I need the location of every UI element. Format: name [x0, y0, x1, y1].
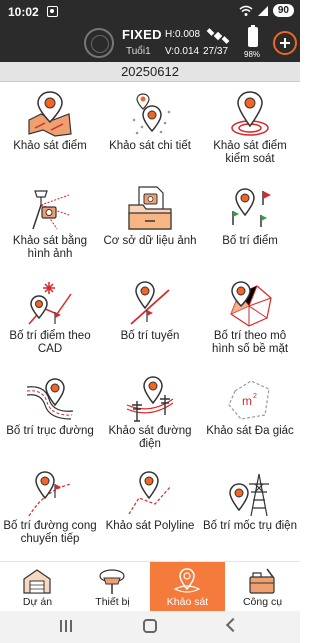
bubble-level-icon: [84, 28, 114, 58]
menu-polygon-area[interactable]: m 2 Khảo sát Đa giác: [200, 369, 300, 464]
menu-photo-database[interactable]: Cơ sở dữ liệu ảnh: [100, 179, 200, 274]
toolbox-icon: [249, 568, 275, 594]
image-survey-icon: [32, 190, 70, 230]
vertical-precision: V:0.014: [165, 46, 200, 57]
menu-label: Khảo sát điểm kiểm soát: [213, 140, 287, 165]
gnss-status-header[interactable]: FIXED Tuổi1 H:0.008 V:0.014 27/37 98%: [0, 24, 300, 62]
tower-stakeout-icon: [229, 473, 269, 517]
point-survey-icon: [28, 91, 72, 137]
menu-label: Khảo sát Polyline: [105, 520, 195, 532]
powerline-survey-icon: [126, 376, 174, 422]
menu-label: Khảo sát đường điện: [108, 425, 192, 450]
road-stakeout-icon: [26, 378, 74, 420]
satellite-icon: [206, 28, 230, 44]
menu-label: Khảo sát Đa giác: [206, 425, 294, 437]
svg-text:2: 2: [253, 393, 257, 400]
tab-survey[interactable]: Khảo sát: [150, 562, 225, 612]
bottom-tab-bar: Dự án Thiết bị Khảo sát Công cụ: [0, 561, 300, 612]
menu-stakeout-point[interactable]: Bố trí điểm: [200, 179, 300, 274]
menu-tower-stakeout[interactable]: Bố trí mốc trụ điện: [200, 464, 300, 559]
diff-age: Tuổi1: [126, 46, 151, 57]
menu-powerline-survey[interactable]: Khảo sát đường điện: [100, 369, 200, 464]
menu-surface-model[interactable]: Bố trí theo mô hình số bề mặt: [200, 274, 300, 369]
menu-label: Bố trí điểm theo CAD: [9, 330, 91, 355]
menu-detail-survey[interactable]: Khảo sát chi tiết: [100, 84, 200, 179]
menu-point-survey[interactable]: Khảo sát điểm: [0, 84, 100, 179]
wifi-icon: [239, 5, 253, 16]
menu-label: Bố trí trục đường: [6, 425, 94, 437]
menu-transition-curve[interactable]: Bố trí đường cong chuyển tiếp: [0, 464, 100, 559]
photo-database-icon: [128, 186, 172, 230]
screen-record-icon: [47, 6, 58, 17]
transition-curve-icon: [28, 471, 72, 517]
control-point-icon: [231, 91, 269, 136]
back-icon[interactable]: [225, 617, 241, 633]
surface-model-icon: [230, 281, 272, 327]
menu-label: Bố trí tuyến: [120, 330, 180, 342]
clock: 10:02: [8, 5, 39, 19]
system-status-bar: 10:02 90: [0, 0, 300, 24]
tab-label: Công cụ: [242, 596, 283, 608]
home-icon[interactable]: [143, 619, 157, 633]
solution-status: FIXED: [122, 27, 162, 42]
survey-menu-grid: Khảo sát điểm Khảo sát chi tiết Khảo sát…: [0, 84, 300, 560]
tab-device[interactable]: Thiết bị: [75, 562, 150, 612]
menu-road-stakeout[interactable]: Bố trí trục đường: [0, 369, 100, 464]
horizontal-precision: H:0.008: [165, 29, 201, 40]
system-navigation-bar: [0, 611, 300, 643]
stakeout-point-icon: [232, 188, 271, 227]
menu-label: Bố trí đường cong chuyển tiếp: [3, 520, 97, 545]
menu-label: Khảo sát chi tiết: [109, 140, 191, 152]
menu-label: Cơ sở dữ liệu ảnh: [103, 235, 197, 247]
tab-tools[interactable]: Công cụ: [225, 562, 300, 612]
survey-pin-icon: [173, 568, 201, 593]
menu-control-point[interactable]: Khảo sát điểm kiểm soát: [200, 84, 300, 179]
tab-label: Khảo sát: [166, 596, 209, 608]
add-button[interactable]: [273, 31, 297, 55]
menu-label: Bố trí điểm: [222, 235, 278, 247]
tab-label: Dự án: [22, 596, 53, 608]
menu-label: Khảo sát bằng hình ảnh: [12, 235, 88, 260]
detail-survey-icon: [132, 93, 171, 135]
cell-signal-icon: [257, 5, 268, 16]
menu-cad-stakeout[interactable]: Bố trí điểm theo CAD: [0, 274, 100, 369]
menu-label: Khảo sát điểm: [13, 140, 87, 152]
satellite-count: 27/37: [203, 46, 229, 57]
polyline-survey-icon: [128, 471, 172, 515]
menu-polyline-survey[interactable]: Khảo sát Polyline: [100, 464, 200, 559]
polygon-area-icon: m 2: [228, 380, 270, 420]
menu-line-stakeout[interactable]: Bố trí tuyến: [100, 274, 200, 369]
recent-apps-icon[interactable]: [60, 620, 74, 632]
gnss-receiver-icon: [99, 569, 125, 594]
warehouse-icon: [23, 569, 51, 594]
menu-image-survey[interactable]: Khảo sát bằng hình ảnh: [0, 179, 100, 274]
cad-stakeout-icon: [28, 282, 72, 325]
receiver-battery-level: 98%: [244, 50, 261, 59]
project-name: 20250612: [0, 62, 300, 82]
phone-battery-badge: 90: [272, 4, 294, 17]
svg-text:m: m: [242, 394, 252, 408]
menu-label: Bố trí mốc trụ điện: [203, 520, 297, 532]
line-stakeout-icon: [130, 281, 170, 325]
menu-label: Bố trí theo mô hình số bề mặt: [211, 330, 289, 355]
receiver-battery-icon: [248, 25, 258, 47]
tab-label: Thiết bị: [95, 596, 130, 608]
tab-project[interactable]: Dự án: [0, 562, 75, 612]
